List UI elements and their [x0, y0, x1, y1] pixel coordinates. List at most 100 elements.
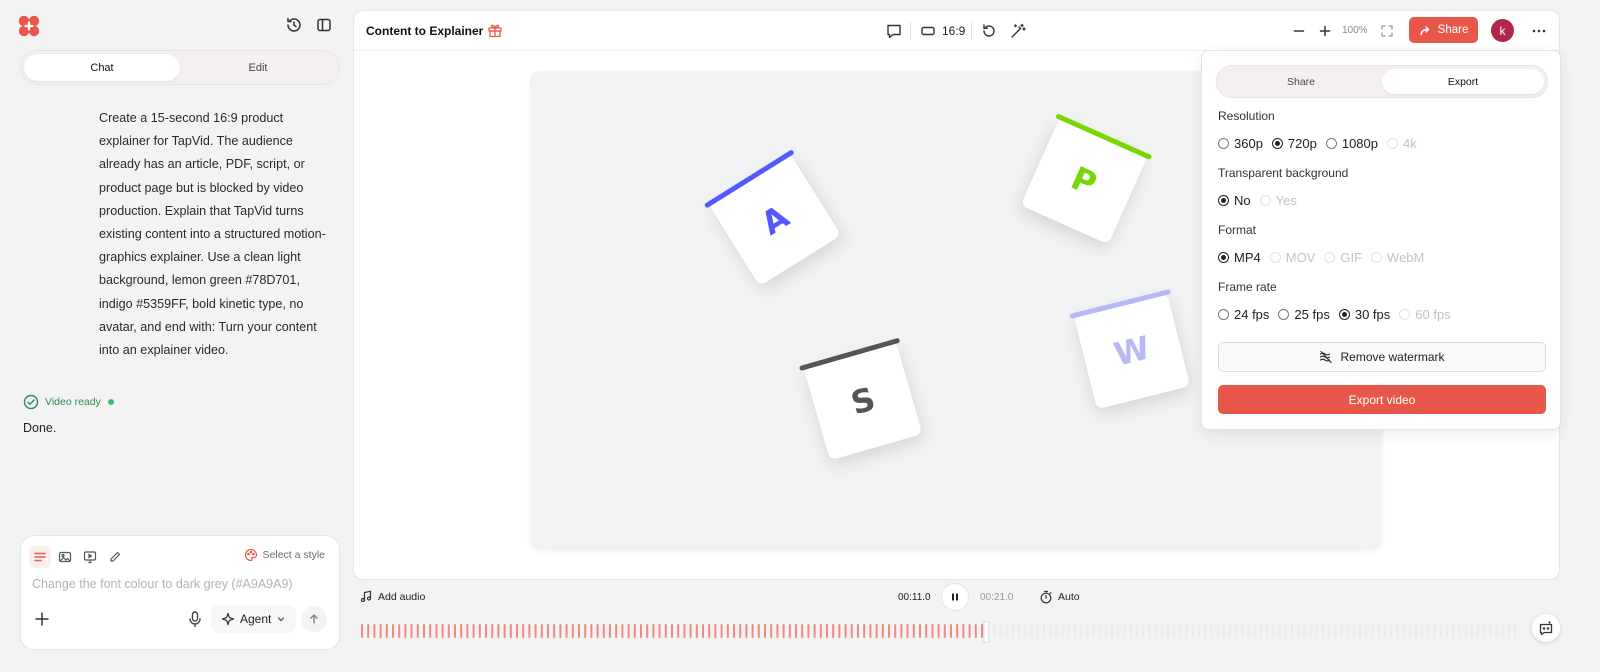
add-audio-button[interactable]: Add audio	[360, 590, 425, 603]
message-input[interactable]	[32, 574, 332, 594]
radio-button[interactable]	[1278, 309, 1290, 320]
magic-wand-icon[interactable]	[1009, 22, 1027, 40]
tab-export[interactable]: Export	[1382, 69, 1544, 94]
chat-support-button[interactable]	[1532, 614, 1560, 642]
check-circle-icon	[23, 394, 39, 410]
radio-button[interactable]	[1218, 138, 1229, 149]
timeline-tick	[429, 624, 432, 638]
timeline-tick	[1421, 624, 1424, 638]
history-icon[interactable]	[284, 15, 304, 35]
chevron-down-icon	[278, 617, 285, 622]
timeline-tick	[974, 624, 977, 638]
timeline-tick	[615, 624, 618, 638]
timeline-scrubber[interactable]	[359, 621, 1521, 643]
presentation-icon[interactable]	[79, 546, 101, 568]
status-dot	[107, 399, 114, 405]
radio-option[interactable]: 360p	[1218, 136, 1263, 151]
select-style-button[interactable]: Select a style	[244, 548, 325, 562]
share-button[interactable]: Share	[1409, 17, 1478, 43]
timeline-tick	[1346, 624, 1349, 638]
regenerate-icon[interactable]	[980, 22, 998, 40]
project-title[interactable]: Content to Explainer	[366, 24, 483, 38]
zoom-out-icon[interactable]	[1290, 22, 1308, 40]
timeline-tick	[1514, 624, 1517, 638]
timeline-tick	[671, 624, 673, 638]
timeline-tick	[807, 624, 810, 638]
timeline-tick	[1179, 624, 1182, 638]
timeline-tick	[677, 624, 680, 638]
timeline-tick	[782, 624, 785, 638]
editor-toolbar: Content to Explainer 16:9 100% Share k	[354, 11, 1559, 51]
radio-button[interactable]	[1218, 195, 1229, 206]
gift-icon[interactable]	[487, 22, 503, 38]
timeline-tick	[863, 624, 866, 638]
zoom-in-icon[interactable]	[1316, 22, 1334, 40]
text-mode-icon[interactable]	[29, 546, 51, 568]
timeline-tick	[652, 624, 655, 638]
radio-option[interactable]: 1080p	[1325, 136, 1378, 151]
radio-option[interactable]: MP4	[1218, 250, 1261, 265]
select-style-label: Select a style	[262, 549, 325, 561]
radio-option[interactable]: 720p	[1271, 136, 1317, 151]
aspect-ratio-value: 16:9	[942, 24, 966, 38]
letter-card-p[interactable]: P	[1020, 113, 1153, 245]
timeline-tick	[478, 624, 481, 638]
export-video-button[interactable]: Export video	[1218, 385, 1546, 414]
pencil-icon[interactable]	[104, 546, 126, 568]
sparkle-icon	[221, 612, 235, 626]
more-options-icon[interactable]	[1530, 22, 1548, 40]
remove-watermark-button[interactable]: Remove watermark	[1218, 342, 1546, 372]
app-logo-icon[interactable]	[17, 14, 41, 38]
radio-option[interactable]: No	[1218, 193, 1251, 208]
fullscreen-icon[interactable]	[1378, 22, 1396, 40]
image-icon[interactable]	[54, 546, 76, 568]
radio-option[interactable]: 24 fps	[1218, 307, 1269, 322]
pause-button[interactable]	[941, 583, 969, 611]
timeline-tick	[943, 624, 946, 638]
timeline-tick	[460, 624, 463, 638]
watermark-icon	[1320, 350, 1333, 364]
radio-button[interactable]	[1218, 252, 1229, 263]
tab-share[interactable]: Share	[1220, 69, 1382, 94]
radio-option-label: 24 fps	[1234, 307, 1270, 322]
tab-edit[interactable]: Edit	[180, 54, 336, 81]
timeline-tick	[919, 624, 921, 638]
timeline-tick	[714, 624, 717, 638]
radio-option[interactable]: 25 fps	[1278, 307, 1330, 322]
letter-card-w[interactable]: W	[1069, 288, 1191, 410]
timeline-tick	[1086, 624, 1089, 638]
timeline-tick	[1359, 624, 1362, 638]
timeline-tick	[640, 624, 642, 638]
radio-option[interactable]: 30 fps	[1338, 307, 1390, 322]
aspect-ratio-selector[interactable]: 16:9	[920, 22, 965, 40]
radio-button[interactable]	[1271, 138, 1283, 149]
comment-icon[interactable]	[885, 22, 903, 40]
radio-button[interactable]	[1218, 309, 1229, 320]
current-time: 00:11.0	[898, 592, 931, 603]
agent-mode-button[interactable]: Agent	[211, 605, 297, 633]
user-avatar[interactable]: k	[1491, 19, 1514, 42]
letter-card-s[interactable]: S	[798, 337, 923, 461]
timeline-tick	[1315, 624, 1318, 638]
timeline-tick	[751, 624, 754, 638]
timeline-tick	[683, 624, 686, 638]
timeline-tick	[423, 624, 425, 638]
tab-chat[interactable]: Chat	[24, 54, 180, 81]
radio-button[interactable]	[1338, 309, 1350, 320]
radio-option-label: 1080p	[1341, 136, 1378, 151]
auto-duration-button[interactable]: Auto	[1039, 590, 1080, 604]
playhead[interactable]	[983, 621, 990, 643]
sidebar-toggle-icon[interactable]	[314, 15, 334, 35]
zoom-level: 100%	[1342, 25, 1368, 36]
radio-option: Yes	[1259, 193, 1297, 208]
microphone-icon[interactable]	[185, 609, 205, 629]
radio-button[interactable]	[1325, 138, 1337, 149]
timeline-tick	[1129, 624, 1132, 638]
timeline-tick	[1067, 624, 1070, 638]
frame-rate-label: Frame rate	[1218, 280, 1277, 294]
palette-icon	[244, 548, 257, 562]
send-button[interactable]	[301, 606, 327, 632]
total-duration: 00:21.0	[980, 592, 1014, 603]
letter-card-a[interactable]: A	[703, 149, 842, 287]
add-attachment-icon[interactable]	[33, 610, 51, 628]
